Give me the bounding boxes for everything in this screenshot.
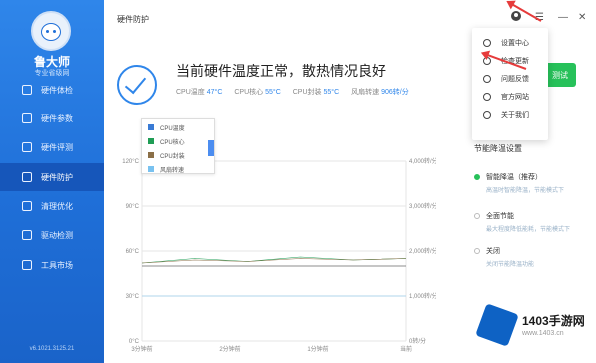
sidebar-item-hardware-protect[interactable]: 硬件防护: [0, 163, 104, 191]
sidebar-item-label: 驱动检测: [41, 230, 73, 240]
params-icon: [22, 113, 32, 123]
logo-eye-icon: [53, 30, 56, 33]
sidebar-item-label: 工具市场: [41, 260, 73, 270]
sidebar-item-label: 硬件防护: [41, 172, 73, 182]
sidebar-item-tool-market[interactable]: 工具市场: [0, 251, 104, 279]
metric-cpu-temp: CPU温度 47°C: [176, 89, 223, 96]
watermark-logo-icon: [475, 303, 519, 347]
feedback-icon: [483, 75, 491, 83]
sidebar-item-label: 硬件体检: [41, 85, 73, 95]
sidebar-item-hardware-eval[interactable]: 硬件评测: [0, 133, 104, 161]
y2-tick-label: 0转/分: [409, 337, 426, 345]
y-tick-label: 60°C: [126, 249, 140, 255]
energy-option-full[interactable]: 全面节能 最大程度降低能耗，节能模式下: [474, 211, 570, 233]
sidebar-item-label: 硬件评测: [41, 142, 73, 152]
status-headline: 当前硬件温度正常，散热情况良好: [176, 63, 386, 79]
legend-scrollbar[interactable]: [208, 140, 214, 156]
status-check-icon: [117, 65, 157, 105]
radio-selected-icon[interactable]: [474, 174, 480, 181]
status-metrics: CPU温度 47°C CPU核心 55°C CPU封装 55°C 风扇转速 90…: [176, 87, 409, 97]
sidebar-item-hardware-check[interactable]: 硬件体检: [0, 76, 104, 104]
x-tick-label: 3分钟前: [131, 345, 152, 353]
check-icon: [22, 85, 32, 95]
watermark-text: 1403手游网: [522, 314, 585, 328]
logo-face-icon: [41, 23, 61, 41]
app-logo: [31, 11, 71, 51]
metric-cpu-core: CPU核心 55°C: [234, 89, 281, 96]
sidebar-item-driver-detect[interactable]: 驱动检测: [0, 221, 104, 249]
legend-item[interactable]: CPU封装: [142, 149, 214, 161]
y-tick-label: 90°C: [126, 204, 140, 210]
test-button[interactable]: 测试: [544, 63, 576, 87]
x-tick-label: 当前: [400, 345, 412, 353]
sidebar: 鲁大师 专业省级网 硬件体检 硬件参数 硬件评测 硬件防护 清理优化 驱动检测 …: [0, 0, 104, 363]
y2-tick-label: 3,000转/分: [409, 202, 436, 210]
option-desc: 关闭节能降温功能: [486, 262, 535, 268]
energy-settings-title: 节能降温设置: [474, 144, 522, 153]
eval-icon: [22, 142, 32, 152]
settings-dropdown-menu: 设置中心 检查更新 问题反馈 官方网站 关于我们: [472, 28, 548, 140]
legend-item[interactable]: CPU温度: [142, 121, 214, 133]
sidebar-item-label: 硬件参数: [41, 113, 73, 123]
tools-icon: [22, 260, 32, 270]
sidebar-item-label: 清理优化: [41, 201, 73, 211]
sidebar-item-clean-optimize[interactable]: 清理优化: [0, 192, 104, 220]
close-icon[interactable]: ✕: [578, 12, 586, 23]
menu-item-feedback[interactable]: 问题反馈: [472, 70, 548, 88]
option-desc: 最大程度降低能耗，节能模式下: [486, 227, 571, 233]
settings-icon: [483, 39, 491, 47]
y2-tick-label: 2,000转/分: [409, 247, 436, 255]
minimize-icon[interactable]: —: [558, 12, 568, 23]
y2-tick-label: 1,000转/分: [409, 292, 436, 300]
temperature-chart: 120°C 4,000转/分 90°C 3,000转/分 60°C 2,000转/分 30°…: [122, 157, 436, 353]
x-tick-label: 2分钟前: [219, 345, 240, 353]
metric-cpu-package: CPU封装 55°C: [292, 89, 340, 96]
menu-item-about[interactable]: 关于我们: [472, 106, 548, 124]
radio-icon[interactable]: [474, 213, 480, 220]
about-icon: [483, 111, 491, 119]
logo-eye-icon: [46, 30, 49, 33]
chart-legend: CPU温度 CPU核心 CPU封装 风扇转速: [141, 118, 215, 174]
y2-tick-label: 4,000转/分: [409, 157, 436, 165]
metric-fan-speed: 风扇转速 906转/分: [351, 89, 409, 96]
y-tick-label: 120°C: [122, 159, 139, 165]
energy-option-smart[interactable]: 智能降温（推荐） 高温时智能降温，节能模式下: [474, 172, 564, 194]
user-icon[interactable]: [510, 10, 522, 25]
menu-item-website[interactable]: 官方网站: [472, 88, 548, 106]
watermark: 1403手游网 www.1403.cn: [474, 300, 596, 360]
sidebar-item-hardware-params[interactable]: 硬件参数: [0, 104, 104, 132]
website-icon: [483, 93, 491, 101]
y-tick-label: 30°C: [126, 294, 140, 300]
version-label: v6.1021.3125.21: [29, 346, 75, 352]
legend-item[interactable]: CPU核心: [142, 135, 214, 147]
energy-option-off[interactable]: 关闭 关闭节能降温功能: [474, 246, 534, 268]
driver-icon: [22, 230, 32, 240]
watermark-url: www.1403.cn: [522, 330, 564, 337]
protect-icon: [22, 172, 32, 182]
legend-item[interactable]: 风扇转速: [142, 163, 214, 175]
clean-icon: [22, 201, 32, 211]
y-tick-label: 0°C: [129, 339, 140, 345]
x-tick-label: 1分钟前: [307, 345, 328, 353]
radio-icon[interactable]: [474, 248, 480, 255]
option-desc: 高温时智能降温，节能模式下: [486, 188, 565, 194]
page-title: 硬件防护: [117, 15, 149, 24]
